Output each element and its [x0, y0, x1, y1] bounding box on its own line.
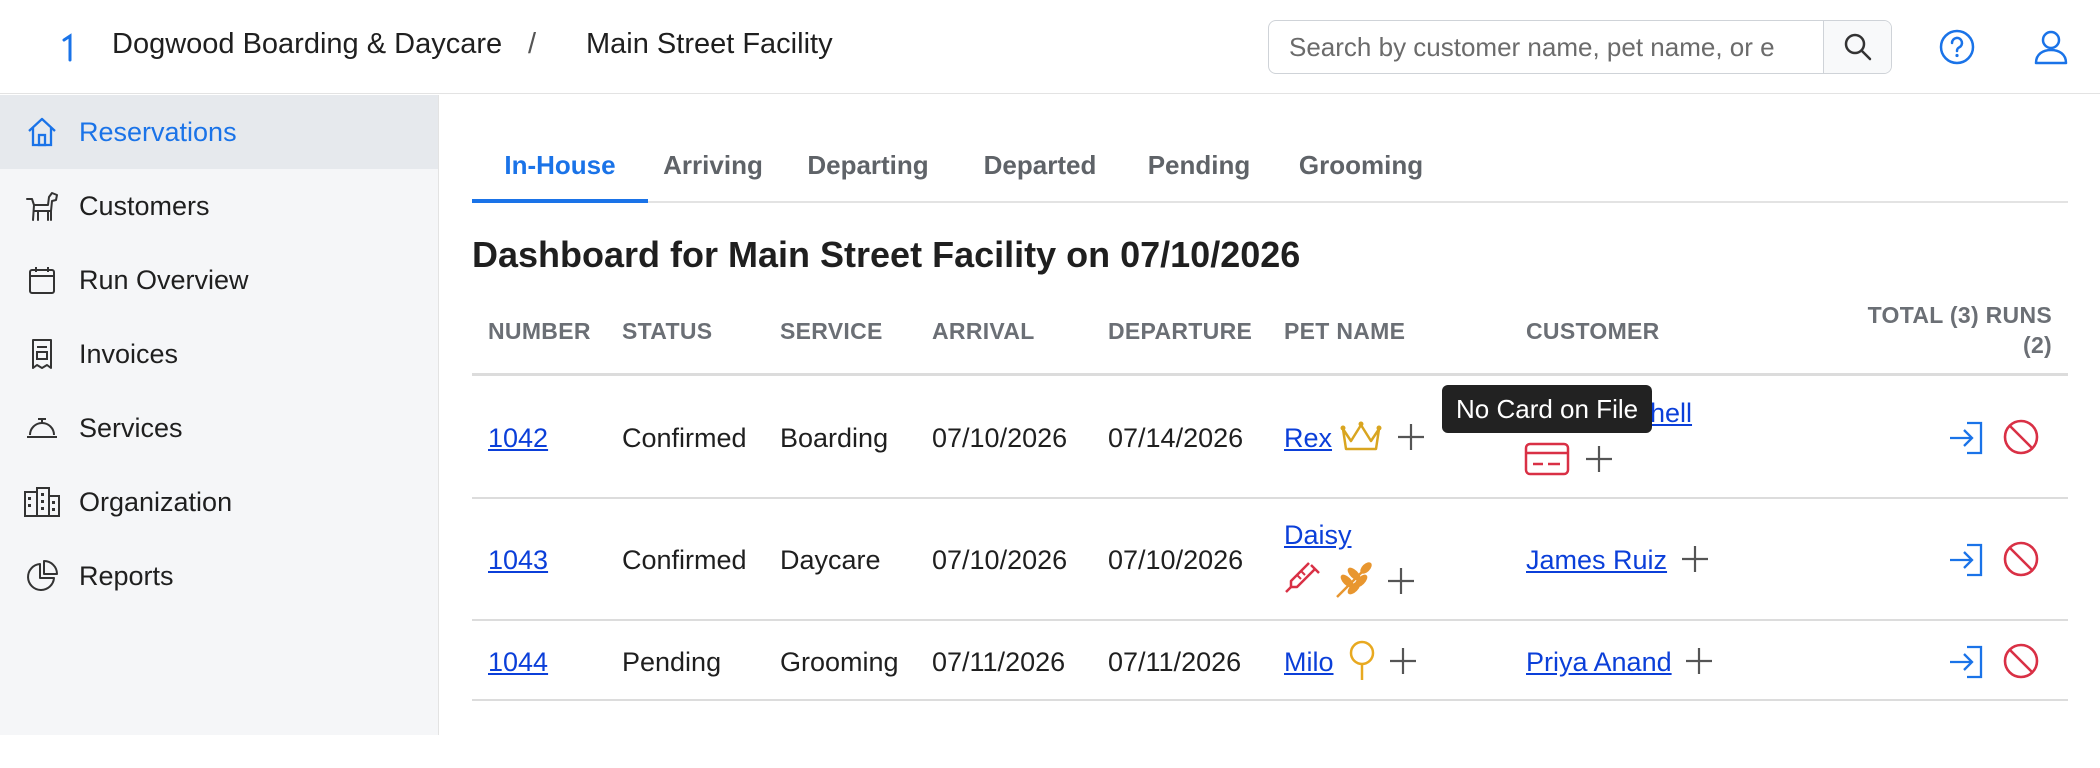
- arrival-cell: 07/10/2026: [932, 423, 1068, 453]
- service-cell: Boarding: [780, 423, 889, 453]
- column-header-pet-name: PET NAME: [1284, 318, 1406, 344]
- cancel-icon[interactable]: [2000, 640, 2042, 682]
- credit-card-alert-icon[interactable]: [1524, 438, 1570, 480]
- add-customer-tag-icon[interactable]: [1680, 642, 1718, 680]
- tab-departing[interactable]: Departing: [780, 130, 956, 203]
- sidebar-item-label: Invoices: [79, 338, 179, 369]
- tab-grooming[interactable]: Grooming: [1276, 130, 1446, 203]
- departure-cell: 07/11/2026: [1108, 647, 1242, 677]
- row-divider: [472, 497, 2068, 499]
- row-divider: [472, 619, 2068, 621]
- sidebar-item-reports[interactable]: Reports: [0, 539, 438, 613]
- wheat-icon[interactable]: [1332, 558, 1376, 602]
- add-customer-tag-icon[interactable]: [1580, 440, 1618, 478]
- departure-cell: 07/10/2026: [1108, 545, 1244, 575]
- building-icon: [22, 482, 62, 522]
- sidebar-item-customers[interactable]: Customers: [0, 169, 438, 243]
- pet-name-link[interactable]: Milo: [1284, 647, 1334, 678]
- tab-pending[interactable]: Pending: [1124, 130, 1274, 203]
- sidebar-item-invoices[interactable]: Invoices: [0, 317, 438, 391]
- pet-name-link[interactable]: Rex: [1284, 423, 1332, 454]
- status-tabs: In-House Arriving Departing Departed Pen…: [472, 130, 2068, 203]
- reservation-number-link[interactable]: 1042: [488, 423, 548, 454]
- pin-icon[interactable]: [1344, 639, 1380, 683]
- sidebar-item-label: Services: [79, 412, 183, 443]
- arrival-cell: 07/10/2026: [932, 545, 1068, 575]
- column-header-status: STATUS: [622, 318, 713, 344]
- service-cell: Grooming: [780, 647, 899, 677]
- home-icon: [22, 112, 62, 152]
- reservation-number-link[interactable]: 1043: [488, 545, 548, 576]
- dog-icon: [22, 186, 62, 226]
- column-header-service: SERVICE: [780, 318, 883, 344]
- column-header-number: NUMBER: [488, 318, 591, 344]
- departure-cell: 07/14/2026: [1108, 423, 1244, 453]
- check-in-icon[interactable]: [1946, 642, 1986, 682]
- calendar-icon: [22, 260, 62, 300]
- top-header: Dogwood Boarding & Daycare / Main Street…: [0, 0, 2100, 94]
- search-box: [1268, 20, 1892, 74]
- customer-name-link[interactable]: Priya Anand: [1526, 647, 1672, 678]
- page-title: Dashboard for Main Street Facility on 07…: [472, 234, 1301, 275]
- add-pet-tag-icon[interactable]: [1392, 418, 1430, 456]
- sidebar-item-label: Reservations: [79, 116, 237, 147]
- column-header-departure: DEPARTURE: [1108, 318, 1253, 344]
- pet-name-link[interactable]: Daisy: [1284, 520, 1352, 551]
- sidebar-item-services[interactable]: Services: [0, 391, 438, 465]
- search-icon: [1844, 33, 1871, 61]
- breadcrumb-org[interactable]: Dogwood Boarding & Daycare: [112, 28, 502, 61]
- user-icon[interactable]: [2030, 26, 2072, 68]
- customer-name-link[interactable]: hell: [1650, 398, 1692, 429]
- breadcrumb-facility[interactable]: Main Street Facility: [586, 28, 833, 61]
- service-cell: Daycare: [780, 545, 881, 575]
- column-header-total-runs-count: (2): [2022, 332, 2052, 358]
- sidebar-item-label: Reports: [79, 560, 174, 591]
- bell-icon: [22, 408, 62, 448]
- reservation-number-link[interactable]: 1044: [488, 647, 548, 678]
- customer-name-link[interactable]: James Ruiz: [1526, 545, 1667, 576]
- sidebar-item-label: Run Overview: [79, 264, 249, 295]
- search-button[interactable]: [1823, 21, 1891, 73]
- column-header-customer: CUSTOMER: [1526, 318, 1660, 344]
- sidebar-item-label: Organization: [79, 486, 233, 517]
- help-icon[interactable]: [1936, 26, 1978, 68]
- column-header-arrival: ARRIVAL: [932, 318, 1035, 344]
- add-pet-tag-icon[interactable]: [1382, 562, 1420, 600]
- breadcrumb-separator: /: [528, 28, 537, 60]
- cancel-icon[interactable]: [2000, 538, 2042, 580]
- tab-in-house[interactable]: In-House: [472, 130, 648, 203]
- add-pet-tag-icon[interactable]: [1384, 642, 1422, 680]
- add-customer-tag-icon[interactable]: [1676, 540, 1714, 578]
- sidebar-item-organization[interactable]: Organization: [0, 465, 438, 539]
- arrival-cell: 07/11/2026: [932, 647, 1066, 677]
- sidebar: Reservations Customers Run Overview Invo…: [0, 95, 439, 735]
- row-divider: [472, 699, 2068, 701]
- sidebar-item-reservations[interactable]: Reservations: [0, 95, 438, 169]
- tab-departed[interactable]: Departed: [958, 130, 1122, 203]
- sidebar-item-label: Customers: [79, 190, 210, 221]
- sidebar-item-run-overview[interactable]: Run Overview: [0, 243, 438, 317]
- logo-icon[interactable]: [58, 32, 78, 64]
- check-in-icon[interactable]: [1946, 540, 1986, 580]
- search-input[interactable]: [1269, 21, 1825, 73]
- status-cell: Confirmed: [622, 545, 747, 575]
- check-in-icon[interactable]: [1946, 418, 1986, 458]
- invoice-icon: [22, 334, 62, 374]
- column-header-total-runs: TOTAL (3) RUNS: [1867, 302, 2052, 328]
- tab-arriving[interactable]: Arriving: [648, 130, 778, 203]
- cancel-icon[interactable]: [2000, 416, 2042, 458]
- crown-icon[interactable]: [1338, 415, 1384, 459]
- no-card-tooltip: No Card on File: [1442, 385, 1653, 433]
- syringe-icon[interactable]: [1282, 558, 1326, 602]
- status-cell: Confirmed: [622, 423, 747, 453]
- header-divider: [472, 373, 2068, 376]
- pie-chart-icon: [22, 556, 62, 596]
- status-cell: Pending: [622, 647, 722, 677]
